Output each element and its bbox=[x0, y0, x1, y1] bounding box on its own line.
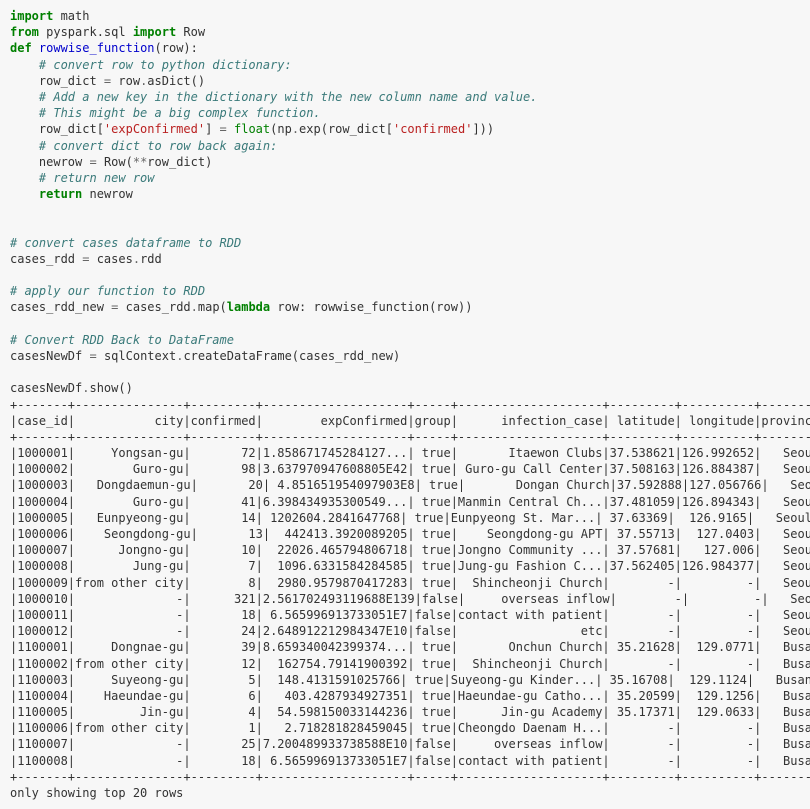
table-row: |1100004| Haeundae-gu| 6| 403.4287934927… bbox=[10, 689, 810, 703]
table-row: |1000008| Jung-gu| 7| 1096.6331584284585… bbox=[10, 559, 810, 573]
table-row: |1100006|from other city| 1| 2.718281828… bbox=[10, 721, 810, 735]
table-row: |1100001| Dongnae-gu| 39|8.6593400423993… bbox=[10, 640, 810, 654]
table-row: |1100008| -| 18| 6.565996913733051E7|fal… bbox=[10, 754, 810, 768]
table-row: |1100007| -| 25|7.200489933738588E10|fal… bbox=[10, 737, 810, 751]
table-row: |1000001| Yongsan-gu| 72|1.8586717452841… bbox=[10, 446, 810, 460]
table-row: |1100003| Suyeong-gu| 5| 148.41315910257… bbox=[10, 673, 810, 687]
code-block: import math from pyspark.sql import Row … bbox=[10, 8, 800, 397]
table-row: |1000007| Jongno-gu| 10| 22026.465794806… bbox=[10, 543, 810, 557]
table-row: |1000002| Guro-gu| 98|3.637970947608805E… bbox=[10, 462, 810, 476]
table-row: |1000003| Dongdaemun-gu| 20| 4.851651954… bbox=[10, 478, 810, 492]
output-table: +-------+---------------+---------+-----… bbox=[10, 397, 800, 802]
table-row: |1000004| Guro-gu| 41|6.398434935300549.… bbox=[10, 495, 810, 509]
output-footer: only showing top 20 rows bbox=[10, 786, 183, 800]
table-row: |1000011| -| 18| 6.565996913733051E7|fal… bbox=[10, 608, 810, 622]
table-row: |1000012| -| 24|2.648912212984347E10|fal… bbox=[10, 624, 810, 638]
table-sep: +-------+---------------+---------+-----… bbox=[10, 770, 810, 784]
table-row: |1000006| Seongdong-gu| 13| 442413.39200… bbox=[10, 527, 810, 541]
table-header: |case_id| city|confirmed| expConfirmed|g… bbox=[10, 414, 810, 428]
table-row: |1000005| Eunpyeong-gu| 14| 1202604.2841… bbox=[10, 511, 810, 525]
table-row: |1000009|from other city| 8| 2980.957987… bbox=[10, 576, 810, 590]
table-sep: +-------+---------------+---------+-----… bbox=[10, 430, 810, 444]
table-row: |1100002|from other city| 12| 162754.791… bbox=[10, 657, 810, 671]
table-row: |1000010| -| 321|2.561702493119688E139|f… bbox=[10, 592, 810, 606]
table-row: |1100005| Jin-gu| 4| 54.598150033144236|… bbox=[10, 705, 810, 719]
table-sep: +-------+---------------+---------+-----… bbox=[10, 398, 810, 412]
